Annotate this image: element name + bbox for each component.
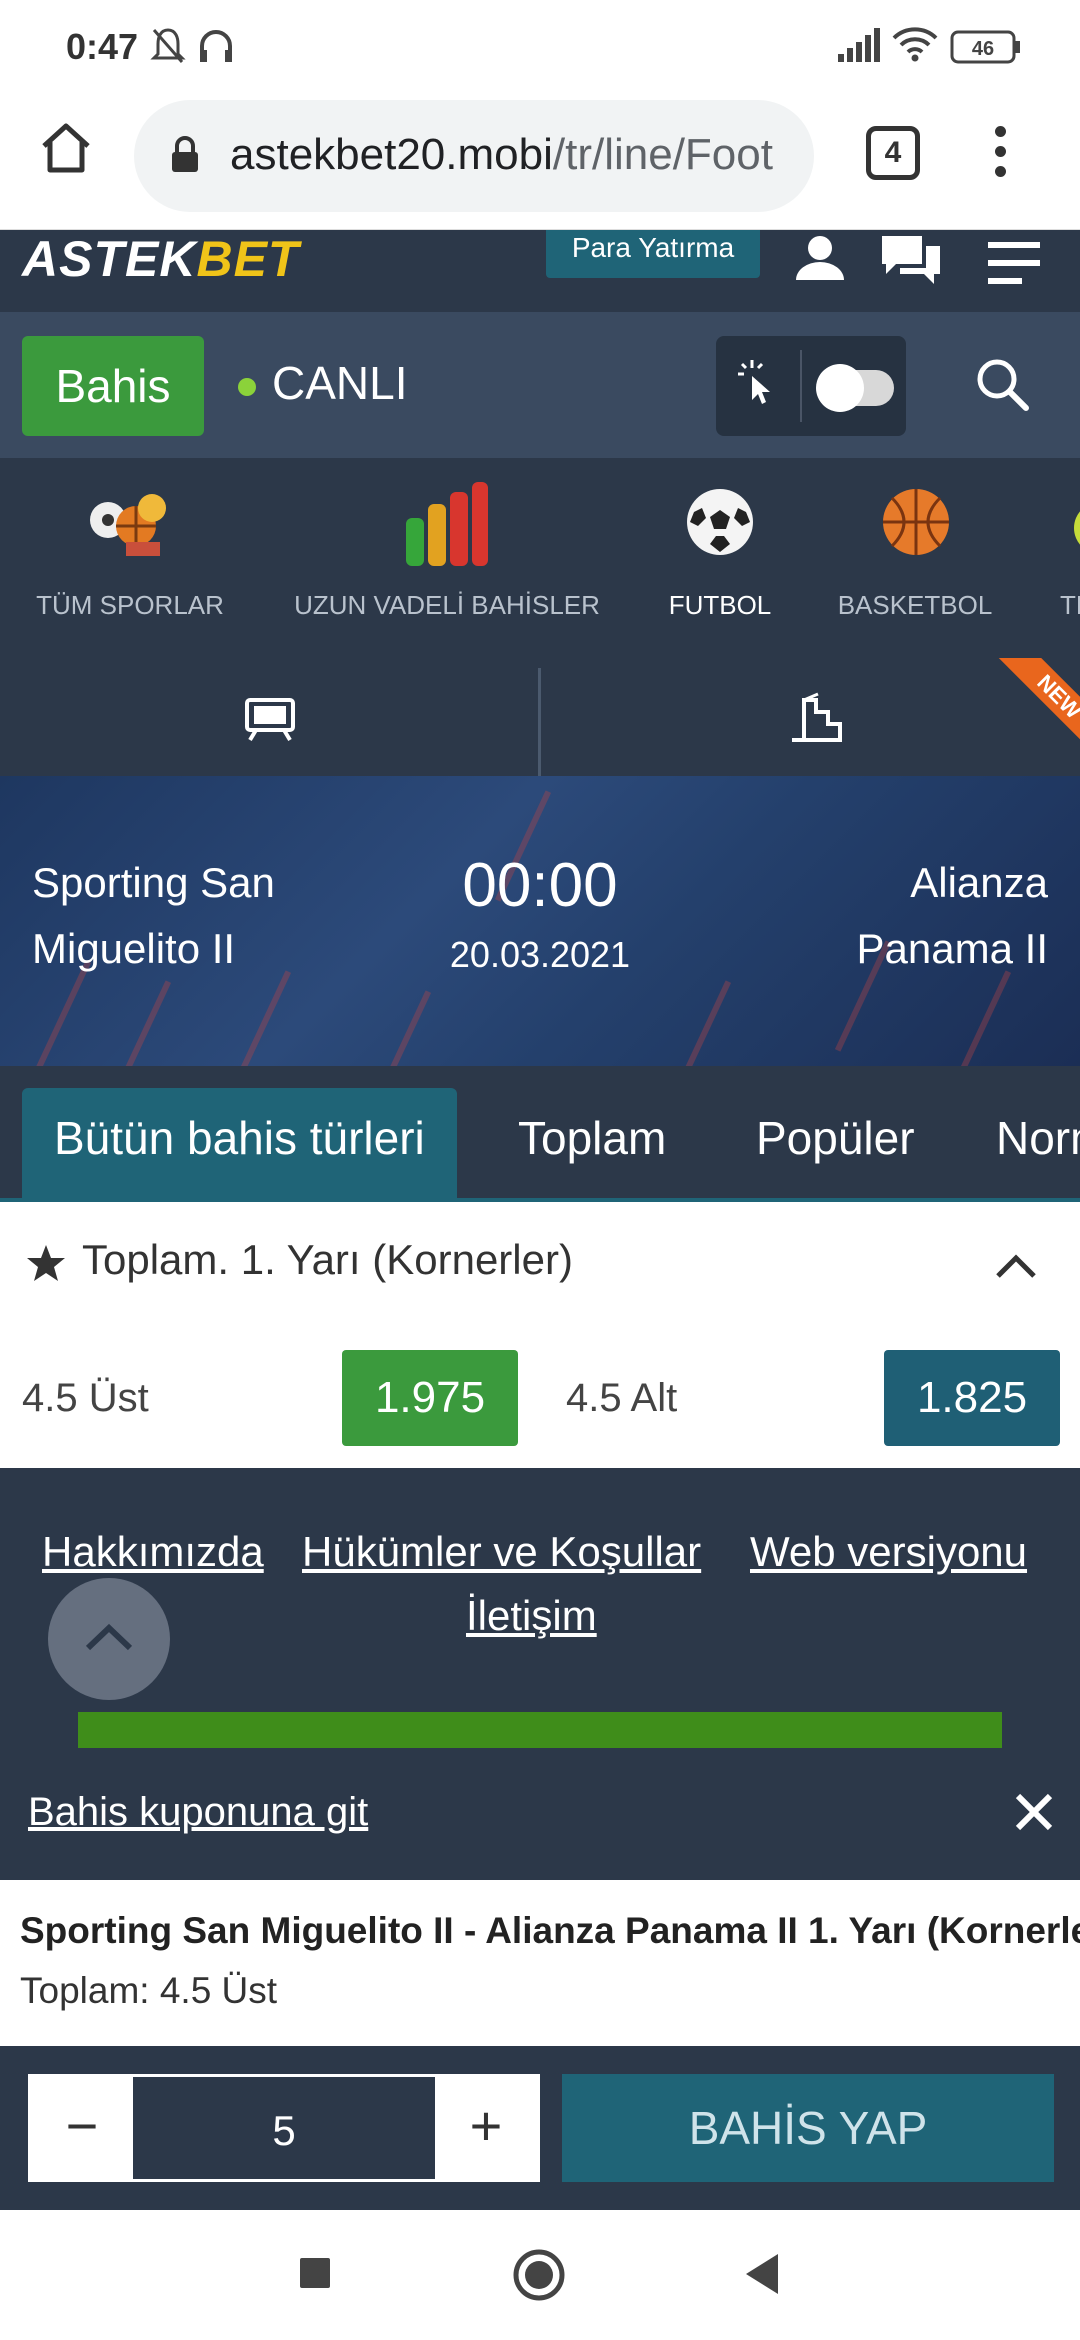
basketball-icon	[883, 489, 949, 555]
mute-bell-icon	[150, 26, 186, 71]
market-title[interactable]: Toplam. 1. Yarı (Kornerler)	[82, 1236, 573, 1284]
close-icon[interactable]	[1014, 1792, 1054, 1837]
over-label: 4.5 Üst	[22, 1376, 149, 1420]
tennis-icon	[1074, 511, 1080, 545]
away-team: Alianza Panama II	[857, 850, 1048, 982]
market-card: Toplam. 1. Yarı (Kornerler) 4.5 Üst 1.97…	[0, 1202, 1080, 1468]
sport-label: BASKETBOL	[837, 590, 993, 620]
battery-icon: 46	[950, 30, 1022, 69]
home-icon	[42, 123, 90, 173]
slip-selection: Toplam: 4.5 Üst	[20, 1970, 278, 2011]
view-mode-bar: NEW	[0, 658, 1080, 776]
tab-total[interactable]: Toplam	[518, 1088, 666, 1198]
site-header: ASTEKBET Para Yatırma	[0, 230, 1080, 312]
under-odd-button[interactable]: 1.825	[884, 1350, 1060, 1446]
live-dot	[238, 378, 256, 396]
scroll-to-top-button[interactable]	[48, 1578, 170, 1700]
browser-menu-button[interactable]	[988, 126, 1012, 186]
sport-label: TE	[1060, 590, 1080, 620]
recent-apps-icon[interactable]	[298, 2256, 332, 2295]
bar-chart-icon	[406, 482, 488, 566]
tab-normal[interactable]: Normal	[996, 1088, 1080, 1198]
stake-input[interactable]: 5	[133, 2077, 435, 2179]
under-label: 4.5 Alt	[566, 1376, 678, 1420]
sport-label: TÜM SPORLAR	[36, 590, 224, 620]
hamburger-menu-icon[interactable]	[986, 240, 1042, 295]
new-badge: NEW	[980, 658, 1080, 758]
url-bar[interactable]: astekbet20.mobi/tr/line/Foot	[134, 100, 814, 212]
bet-slip-header: Bahis kuponuna git	[0, 1748, 1080, 1880]
decrease-stake-button[interactable]: −	[31, 2077, 133, 2179]
chat-icon[interactable]	[878, 234, 944, 299]
all-sports-icon	[90, 494, 166, 556]
user-icon[interactable]	[790, 234, 850, 299]
away-team-line1: Alianza	[910, 859, 1048, 906]
go-to-bet-slip-link[interactable]: Bahis kuponuna git	[28, 1790, 368, 1835]
live-button[interactable]: CANLI	[272, 356, 407, 410]
place-bet-button[interactable]: BAHİS YAP	[562, 2074, 1054, 2182]
tab-all-bet-types[interactable]: Bütün bahis türleri	[22, 1088, 457, 1198]
slip-match-title: Sporting San Miguelito II - Alianza Pana…	[20, 1910, 1080, 1951]
back-icon[interactable]	[744, 2252, 780, 2301]
bahis-button[interactable]: Bahis	[22, 336, 204, 436]
tv-icon[interactable]	[244, 694, 296, 747]
site-footer: Hakkımızda Hükümler ve Koşullar Web vers…	[0, 1468, 1080, 1748]
sport-label: FUTBOL	[668, 590, 772, 620]
lock-icon	[170, 136, 200, 179]
about-link[interactable]: Hakkımızda	[42, 1528, 264, 1576]
status-time: 0:47	[66, 26, 139, 67]
deposit-button[interactable]: Para Yatırma	[546, 230, 760, 278]
sport-label: UZUN VADELİ BAHİSLER	[294, 590, 600, 620]
away-team-line2: Panama II	[856, 925, 1048, 972]
sports-bar: TÜM SPORLAR UZUN VADELİ BAHİSLER FUTBOL …	[0, 458, 1080, 658]
star-icon[interactable]	[26, 1244, 66, 1287]
toggle-knob	[816, 364, 864, 412]
chevron-up-icon	[85, 1623, 133, 1651]
url-host: astekbet20.mobi	[230, 130, 553, 179]
page: 0:47 46 astekbet20.mobi/tr/line/Foot 4 A…	[0, 0, 1080, 2340]
increase-stake-button[interactable]: +	[435, 2077, 537, 2179]
promo-bar[interactable]	[78, 1712, 1002, 1748]
site-logo[interactable]: ASTEKBET	[22, 230, 299, 288]
headphones-icon	[196, 26, 236, 71]
football-icon	[687, 489, 753, 555]
bet-slip-selection: Sporting San Miguelito II - Alianza Pana…	[0, 1880, 1080, 2046]
signal-icon	[836, 26, 880, 67]
home-button[interactable]	[36, 118, 96, 178]
match-banner: Sporting San Miguelito II 00:00 20.03.20…	[0, 776, 1080, 1066]
status-bar: 0:47 46	[0, 0, 1080, 96]
battery-level: 46	[972, 38, 994, 60]
stadium-icon[interactable]	[788, 692, 844, 749]
home-circle-icon[interactable]	[512, 2248, 566, 2307]
bet-slip-actions: − 5 + BAHİS YAP	[0, 2046, 1080, 2210]
terms-link[interactable]: Hükümler ve Koşullar	[302, 1528, 701, 1576]
search-icon[interactable]	[974, 356, 1030, 417]
tab-popular[interactable]: Popüler	[756, 1088, 915, 1198]
stake-stepper: − 5 +	[28, 2074, 540, 2182]
contact-link[interactable]: İletişim	[466, 1592, 597, 1640]
system-nav-bar	[0, 2210, 1080, 2340]
url-path: /tr/line/Foot	[552, 130, 773, 179]
chevron-up-icon[interactable]	[994, 1252, 1038, 1285]
over-odd-button[interactable]: 1.975	[342, 1350, 518, 1446]
tap-icon	[730, 356, 786, 417]
sub-navigation: Bahis CANLI	[0, 312, 1080, 458]
one-click-toggle[interactable]	[716, 336, 906, 436]
url-text: astekbet20.mobi/tr/line/Foot	[230, 130, 773, 180]
tab-switcher-button[interactable]: 4	[866, 126, 920, 180]
browser-toolbar: astekbet20.mobi/tr/line/Foot 4	[0, 96, 1080, 230]
web-version-link[interactable]: Web versiyonu	[750, 1528, 1027, 1576]
wifi-icon	[892, 26, 938, 67]
bet-type-tabs: Bütün bahis türleri Toplam Popüler Norma…	[0, 1066, 1080, 1202]
